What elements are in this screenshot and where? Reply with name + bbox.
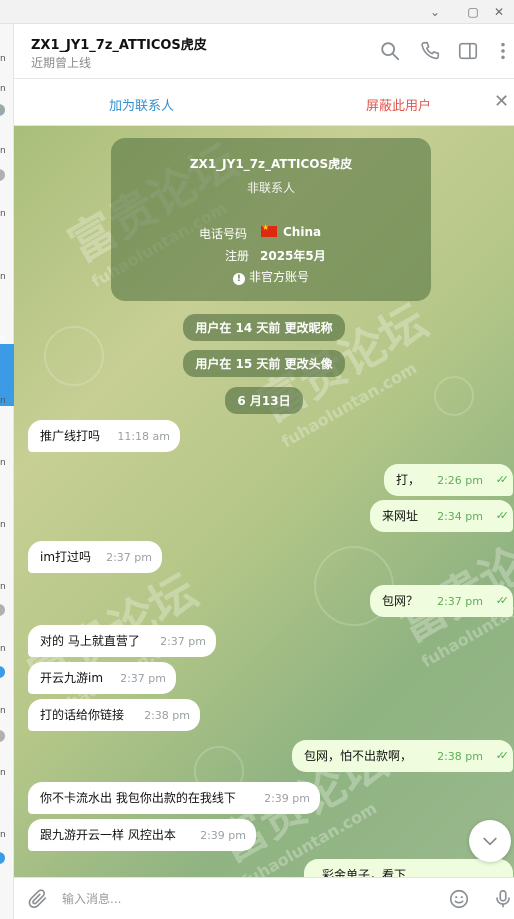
message-input-bar (14, 877, 514, 919)
message-outgoing[interactable]: 彩金单子，看下 (304, 859, 513, 877)
unread-badge (0, 104, 5, 116)
add-contact-button[interactable]: 加为联系人 (109, 95, 174, 114)
phone-icon[interactable] (419, 40, 441, 62)
more-options-icon[interactable] (492, 40, 514, 62)
microphone-icon[interactable] (492, 888, 514, 910)
chat-list-fragment: n (0, 458, 6, 468)
read-ticks-icon: ✓✓ (495, 594, 510, 607)
chat-title[interactable]: ZX1_JY1_7z_ATTICOS虎皮 (31, 34, 207, 53)
info-card-name: ZX1_JY1_7z_ATTICOS虎皮 (189, 157, 353, 171)
last-seen-status: 近期曾上线 (31, 56, 92, 70)
block-user-button[interactable]: 屏蔽此用户 (366, 95, 431, 114)
chevron-down-icon (483, 837, 497, 846)
info-icon: ! (232, 273, 245, 285)
message-outgoing[interactable]: 包网，怕不出款啊， 2:38 pm ✓✓ (292, 740, 513, 772)
registered-value: 2025年5月 (260, 249, 326, 263)
read-ticks-icon: ✓✓ (495, 749, 510, 762)
phone-value: China (261, 223, 321, 239)
phone-label: 电话号码 (199, 227, 248, 241)
info-card-subtitle: 非联系人 (246, 181, 295, 195)
registered-label: 注册 (225, 249, 250, 263)
message-area[interactable]: 富贵论坛 fuhaoluntan.com 富贵论坛 fuhaoluntan.com … (14, 126, 514, 877)
user-info-card: ZX1_JY1_7z_ATTICOS虎皮 非联系人 电话号码 China 注册 … (111, 138, 431, 301)
chat-list-fragment: n (0, 84, 6, 94)
message-incoming[interactable]: 开云九游im 2:37 pm (28, 662, 176, 694)
china-flag-icon (261, 223, 277, 237)
read-ticks-icon: ✓✓ (495, 473, 510, 486)
window-close-icon[interactable]: ✕ (482, 0, 514, 24)
chat-list-fragment: n (0, 706, 6, 716)
chat-list-fragment: n (0, 582, 6, 592)
sidebar-toggle-icon[interactable] (457, 40, 479, 62)
chat-list-fragment: n (0, 272, 6, 282)
minimize-icon[interactable]: ⌄ (418, 0, 452, 24)
close-icon[interactable]: ✕ (494, 91, 509, 112)
unofficial-account-note: ! 非官方账号 (111, 268, 431, 285)
chat-list-fragment: n (0, 146, 6, 156)
message-incoming[interactable]: 跟九游开云一样 风控出本 2:39 pm (28, 819, 256, 851)
chat-list-fragment: n (0, 396, 6, 406)
chat-list-fragment: n (0, 768, 6, 778)
window-titlebar: ⌄ ▢ ✕ (0, 0, 514, 24)
service-message-avatar: 用户在 15 天前 更改头像 (14, 350, 514, 377)
unread-badge (0, 666, 5, 678)
emoji-icon[interactable] (448, 888, 470, 910)
unread-badge (0, 169, 5, 181)
chat-list-fragment: n (0, 830, 6, 840)
read-ticks-icon: ✓✓ (495, 509, 510, 522)
unread-badge (0, 730, 5, 742)
message-input[interactable] (62, 886, 432, 912)
message-outgoing[interactable]: 打， 2:26 pm ✓✓ (384, 464, 513, 496)
chat-list-fragment: n (0, 644, 6, 654)
search-icon[interactable] (379, 40, 401, 62)
message-incoming[interactable]: 你不卡流水出 我包你出款的在我线下 2:39 pm (28, 782, 320, 814)
unread-badge (0, 604, 5, 616)
message-incoming[interactable]: 推广线打吗 11:18 am (28, 420, 180, 452)
message-outgoing[interactable]: 来网址 2:34 pm ✓✓ (370, 500, 513, 532)
message-incoming[interactable]: im打过吗 2:37 pm (28, 541, 162, 573)
date-separator: 6 月13日 (14, 387, 514, 414)
message-outgoing[interactable]: 包网？ 2:37 pm ✓✓ (370, 585, 513, 617)
chat-list-fragment: n (0, 334, 6, 344)
chat-list-strip[interactable]: n n n n n n n n n n n n n n (0, 24, 14, 919)
unread-badge (0, 852, 5, 864)
scroll-down-button[interactable] (469, 820, 511, 862)
contact-action-bar: 加为联系人 屏蔽此用户 ✕ (14, 79, 514, 126)
service-message-nickname: 用户在 14 天前 更改昵称 (14, 314, 514, 341)
message-incoming[interactable]: 对的 马上就直营了 2:37 pm (28, 625, 216, 657)
attach-icon[interactable] (27, 888, 49, 910)
chat-list-fragment: n (0, 520, 6, 530)
chat-list-fragment: n (0, 209, 6, 219)
chat-header[interactable]: ZX1_JY1_7z_ATTICOS虎皮 近期曾上线 (14, 24, 514, 79)
chat-list-fragment: n (0, 54, 6, 64)
message-incoming[interactable]: 打的话给你链接 2:38 pm (28, 699, 200, 731)
